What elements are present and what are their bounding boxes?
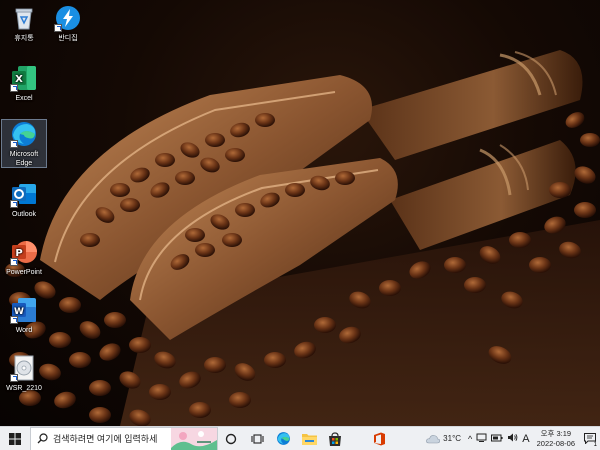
- cortana-button[interactable]: [218, 427, 244, 450]
- office-icon: [374, 432, 385, 445]
- system-tray: 31°C ^ A 오후 3:19 2022-08-06 1: [421, 427, 600, 450]
- desktop-icon-label: Excel: [15, 95, 33, 102]
- desktop-icon-word[interactable]: W Word: [2, 296, 46, 335]
- notification-count: 1: [593, 441, 597, 448]
- clock-time: 오후 3:19: [540, 428, 572, 438]
- shortcut-arrow-icon: [54, 24, 62, 32]
- taskbar-edge-button[interactable]: [270, 427, 296, 450]
- desktop-icon-label: Outlook: [11, 211, 37, 218]
- desktop-icon-powerpoint[interactable]: P PowerPoint: [0, 238, 48, 277]
- taskbar-file-explorer-button[interactable]: [296, 427, 322, 450]
- disc-image-icon: [10, 354, 38, 382]
- taskbar-store-button[interactable]: [322, 427, 348, 450]
- network-icon[interactable]: [474, 433, 489, 444]
- recycle-bin-icon: [10, 4, 38, 32]
- weather-temp: 31°C: [443, 434, 462, 443]
- desktop-icon-label: Word: [15, 327, 33, 334]
- desktop-icon-label: 반디집: [58, 35, 78, 42]
- bandizip-icon: [54, 4, 82, 32]
- store-icon: [329, 431, 341, 446]
- desktop-icon-excel[interactable]: X Excel: [2, 64, 46, 103]
- battery-icon[interactable]: [489, 434, 505, 444]
- word-icon: W: [10, 296, 38, 324]
- input-method-indicator[interactable]: A: [520, 433, 531, 445]
- cortana-icon: [225, 433, 237, 444]
- show-hidden-icons-chevron-icon[interactable]: ^: [466, 434, 474, 444]
- excel-icon: X: [10, 64, 38, 92]
- desktop-wallpaper: [0, 0, 600, 426]
- shortcut-arrow-icon: [10, 374, 18, 382]
- volume-icon[interactable]: [505, 433, 520, 444]
- cloud-icon: [426, 434, 441, 443]
- desktop-icon-wsr[interactable]: WSR_2210: [0, 354, 48, 393]
- desktop-icon-label: Microsoft Edge: [9, 151, 39, 167]
- desktop-icon-label: 휴지통: [14, 35, 34, 42]
- taskbar-search-box[interactable]: 검색하려면 여기에 입력하세: [30, 426, 218, 450]
- shortcut-arrow-icon: [10, 140, 18, 148]
- desktop-icon-recycle-bin[interactable]: 휴지통: [2, 4, 46, 43]
- search-icon: [37, 433, 48, 444]
- search-highlight-art: [171, 427, 217, 450]
- weather-widget[interactable]: 31°C: [421, 434, 466, 444]
- outlook-icon: [10, 180, 38, 208]
- search-placeholder: 검색하려면 여기에 입력하세: [53, 434, 158, 444]
- task-view-icon: [250, 433, 264, 444]
- windows-logo-icon: [9, 432, 21, 445]
- desktop-icon-bandizip[interactable]: 반디집: [46, 4, 90, 43]
- clock-date: 2022-08-06: [536, 438, 575, 448]
- taskbar-office-button[interactable]: [366, 427, 392, 450]
- desktop-icon-label: WSR_2210: [6, 385, 42, 392]
- desktop-icon-edge[interactable]: Microsoft Edge: [1, 119, 47, 168]
- shortcut-arrow-icon: [10, 200, 18, 208]
- taskbar: 검색하려면 여기에 입력하세 31°C ^ A 오후 3:19 2022-08-…: [0, 426, 600, 450]
- start-button[interactable]: [0, 427, 30, 450]
- shortcut-arrow-icon: [10, 316, 18, 324]
- taskbar-clock[interactable]: 오후 3:19 2022-08-06: [532, 429, 580, 449]
- file-explorer-icon: [301, 434, 317, 445]
- shortcut-arrow-icon: [10, 84, 18, 92]
- notification-center-button[interactable]: 1: [580, 427, 600, 450]
- shortcut-arrow-icon: [10, 258, 18, 266]
- edge-icon: [10, 120, 38, 148]
- edge-icon: [276, 432, 290, 445]
- desktop-icon-label: PowerPoint: [6, 269, 42, 276]
- task-view-button[interactable]: [244, 427, 270, 450]
- coffee-wallpaper-art: [5, 50, 600, 426]
- powerpoint-icon: P: [10, 238, 38, 266]
- desktop-icon-outlook[interactable]: Outlook: [2, 180, 46, 219]
